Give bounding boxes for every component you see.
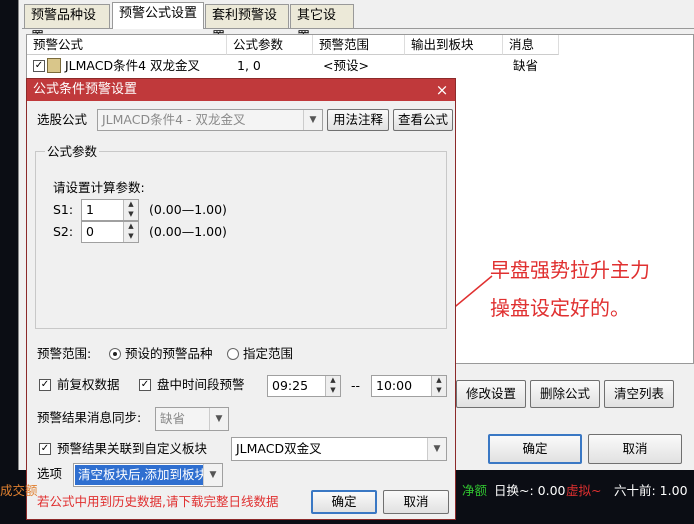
s2-spinner[interactable]: ▲ ▼ bbox=[123, 222, 138, 242]
tab-other-settings[interactable]: 其它设置 bbox=[290, 4, 354, 45]
option-label: 选项 bbox=[37, 466, 63, 481]
formula-select[interactable]: JLMACD条件4 - 双龙金叉 ▼ bbox=[97, 109, 323, 131]
dialog-title-bar: 公式条件预警设置 × bbox=[27, 79, 455, 101]
sync-label: 预警结果消息同步: bbox=[37, 410, 142, 425]
params-prompt: 请设置计算参数: bbox=[53, 180, 145, 195]
table-row[interactable]: ✓ JLMACD条件4 双龙金叉 1, 0 <预设> 缺省 bbox=[27, 55, 559, 77]
range-preset-label: 预设的预警品种 bbox=[125, 346, 213, 361]
status-sixty: 六十前: 1.00 bbox=[614, 483, 688, 498]
usage-notes-button[interactable]: 用法注释 bbox=[327, 109, 389, 131]
status-left: 成交额 bbox=[0, 483, 38, 498]
row-formula-name: JLMACD条件4 双龙金叉 bbox=[65, 58, 201, 73]
dialog-ok-button[interactable]: 确定 bbox=[311, 490, 377, 514]
time-start-input[interactable]: 09:25 ▲ ▼ bbox=[267, 375, 341, 397]
s1-value: 1 bbox=[86, 202, 94, 217]
formula-label: 选股公式 bbox=[37, 112, 88, 127]
main-cancel-button[interactable]: 取消 bbox=[588, 434, 682, 464]
s2-value: 0 bbox=[86, 224, 94, 239]
view-formula-button[interactable]: 查看公式 bbox=[393, 109, 453, 131]
main-ok-button[interactable]: 确定 bbox=[488, 434, 582, 464]
close-icon[interactable]: × bbox=[433, 79, 451, 101]
dialog-cancel-button[interactable]: 取消 bbox=[383, 490, 449, 514]
annotation-line-2: 操盘设定好的。 bbox=[490, 296, 630, 320]
col-header-formula[interactable]: 预警公式 bbox=[27, 35, 227, 55]
time-start-value: 09:25 bbox=[272, 378, 309, 393]
time-end-value: 10:00 bbox=[376, 378, 413, 393]
intraday-label: 盘中时间段预警 bbox=[157, 377, 245, 392]
annotation-note: 早盘强势拉升主力 操盘设定好的。 bbox=[490, 254, 650, 324]
adjusted-data-label: 前复权数据 bbox=[57, 377, 120, 392]
s2-input[interactable]: 0 ▲ ▼ bbox=[81, 221, 139, 243]
row-message: 缺省 bbox=[513, 58, 539, 73]
link-board-label: 预警结果关联到自定义板块 bbox=[57, 441, 208, 456]
chevron-down-icon: ▼ bbox=[303, 110, 322, 130]
s1-spinner[interactable]: ▲ ▼ bbox=[123, 200, 138, 220]
tab-alert-formulas[interactable]: 预警公式设置 bbox=[112, 2, 204, 29]
range-custom-radio[interactable] bbox=[227, 348, 239, 360]
link-board-checkbox[interactable]: ✓ bbox=[39, 443, 51, 455]
time-separator: -- bbox=[351, 378, 361, 393]
params-group-title: 公式参数 bbox=[45, 143, 100, 161]
time-end-spinner[interactable]: ▲ ▼ bbox=[431, 376, 446, 396]
board-select-value: JLMACD双金叉 bbox=[236, 441, 322, 456]
status-virtual: 虚拟~ bbox=[566, 483, 602, 498]
formula-alert-dialog: 公式条件预警设置 × 选股公式 JLMACD条件4 - 双龙金叉 ▼ 用法注释 … bbox=[26, 78, 456, 520]
col-header-params[interactable]: 公式参数 bbox=[227, 35, 313, 55]
board-select[interactable]: JLMACD双金叉 ▼ bbox=[231, 437, 447, 461]
time-start-spinner[interactable]: ▲ ▼ bbox=[325, 376, 340, 396]
tab-arbitrage-alerts[interactable]: 套利预警设置 bbox=[205, 4, 289, 45]
intraday-checkbox[interactable]: ✓ bbox=[139, 379, 151, 391]
range-preset-radio[interactable] bbox=[109, 348, 121, 360]
annotation-line-1: 早盘强势拉升主力 bbox=[490, 258, 650, 282]
option-select-value: 清空板块后,添加到板块 bbox=[75, 465, 210, 485]
formula-select-value: JLMACD条件4 - 双龙金叉 bbox=[102, 112, 246, 127]
s1-range: (0.00—1.00) bbox=[149, 202, 227, 217]
col-header-range[interactable]: 预警范围 bbox=[313, 35, 405, 55]
time-end-input[interactable]: 10:00 ▲ ▼ bbox=[371, 375, 447, 397]
sync-select-value: 缺省 bbox=[160, 411, 186, 426]
modify-settings-button[interactable]: 修改设置 bbox=[456, 380, 526, 408]
row-range: <预设> bbox=[323, 58, 369, 73]
chevron-down-icon: ▼ bbox=[209, 408, 228, 430]
col-header-message[interactable]: 消息 bbox=[503, 35, 559, 55]
range-custom-label: 指定范围 bbox=[243, 346, 294, 361]
s2-label: S2: bbox=[53, 224, 74, 239]
col-header-board[interactable]: 输出到板块 bbox=[405, 35, 503, 55]
chevron-down-icon: ▼ bbox=[203, 464, 222, 486]
sync-select[interactable]: 缺省 ▼ bbox=[155, 407, 229, 431]
clear-list-button[interactable]: 清空列表 bbox=[604, 380, 674, 408]
row-params: 1, 0 bbox=[237, 58, 261, 73]
delete-formula-button[interactable]: 删除公式 bbox=[530, 380, 600, 408]
tab-alert-symbols[interactable]: 预警品种设置 bbox=[24, 4, 110, 45]
chevron-down-icon: ▼ bbox=[427, 438, 446, 460]
status-net: 净额 bbox=[462, 483, 488, 498]
s2-range: (0.00—1.00) bbox=[149, 224, 227, 239]
range-label: 预警范围: bbox=[37, 346, 92, 361]
status-turnover: 日换~: 0.00 bbox=[494, 483, 566, 498]
adjusted-data-checkbox[interactable]: ✓ bbox=[39, 379, 51, 391]
s1-input[interactable]: 1 ▲ ▼ bbox=[81, 199, 139, 221]
option-select[interactable]: 清空板块后,添加到板块 ▼ bbox=[73, 463, 223, 487]
row-checkbox[interactable]: ✓ bbox=[33, 60, 45, 72]
dialog-title: 公式条件预警设置 bbox=[33, 82, 138, 97]
formula-icon bbox=[47, 58, 61, 73]
history-data-warning: 若公式中用到历史数据,请下载完整日线数据 bbox=[37, 494, 279, 509]
s1-label: S1: bbox=[53, 202, 74, 217]
